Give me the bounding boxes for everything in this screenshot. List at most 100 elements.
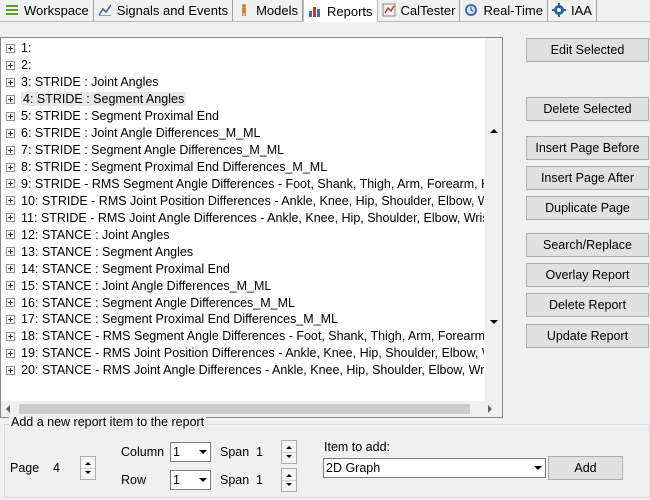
report-tree[interactable]: 1: 2: 3: STRIDE : Joint Angles 4: STRIDE : …	[0, 37, 503, 418]
tab-workspace[interactable]: Workspace	[0, 0, 94, 21]
caltester-icon	[382, 3, 396, 17]
tree-item[interactable]: 11: STRIDE - RMS Joint Angle Differences…	[1, 209, 484, 226]
horizontal-scroll-thumb[interactable]	[19, 404, 470, 414]
chevron-down-icon[interactable]	[194, 471, 210, 489]
tree-item-label: 10: STRIDE - RMS Joint Position Differen…	[21, 193, 484, 208]
row-span-label: Span	[220, 473, 250, 487]
chevron-down-icon[interactable]	[194, 443, 210, 461]
tab-real-time[interactable]: Real-Time	[460, 0, 548, 21]
spin-down-icon[interactable]	[286, 455, 292, 458]
tree-item[interactable]: 16: STANCE : Segment Angle Differences_M…	[1, 294, 484, 311]
expand-plus-icon[interactable]	[6, 77, 15, 87]
tree-item[interactable]: 9: STRIDE - RMS Segment Angle Difference…	[1, 176, 484, 193]
spin-up-icon[interactable]	[85, 462, 91, 465]
update-report-button[interactable]: Update Report	[526, 324, 649, 348]
insert-page-after-button[interactable]: Insert Page After	[526, 166, 649, 190]
tree-item[interactable]: 19: STANCE - RMS Joint Position Differen…	[1, 345, 484, 362]
expand-plus-icon[interactable]	[6, 247, 15, 257]
delete-report-button[interactable]: Delete Report	[526, 293, 649, 317]
expand-plus-icon[interactable]	[6, 145, 15, 155]
add-button[interactable]: Add	[548, 456, 623, 480]
edit-selected-button[interactable]: Edit Selected	[526, 38, 649, 62]
tab-label: IAA	[570, 2, 592, 18]
tree-item[interactable]: 18: STANCE - RMS Segment Angle Differenc…	[1, 328, 484, 345]
tab-label: Models	[256, 2, 299, 18]
item-to-add-select[interactable]: 2D Graph	[323, 458, 546, 478]
expand-plus-icon[interactable]	[6, 264, 15, 274]
expand-plus-icon[interactable]	[6, 213, 15, 223]
tab-iaa[interactable]: IAA	[548, 0, 597, 21]
column-select[interactable]: 1	[170, 442, 211, 462]
tree-item[interactable]: 4: STRIDE : Segment Angles	[1, 91, 484, 108]
tab-models[interactable]: Models	[233, 0, 304, 21]
tab-signals-and-events[interactable]: Signals and Events	[94, 0, 234, 21]
chevron-down-icon[interactable]	[529, 459, 545, 477]
page-label: Page	[10, 461, 40, 475]
expand-plus-icon[interactable]	[6, 230, 15, 240]
tree-item[interactable]: 13: STANCE : Segment Angles	[1, 243, 484, 260]
tree-item-label: 4: STRIDE : Segment Angles	[21, 92, 187, 107]
tree-item[interactable]: 2:	[1, 57, 484, 74]
tree-item-label: 7: STRIDE : Segment Angle Differences_M_…	[21, 143, 285, 158]
tree-item[interactable]: 3: STRIDE : Joint Angles	[1, 74, 484, 91]
expand-plus-icon[interactable]	[6, 314, 15, 324]
column-value: 1	[173, 445, 180, 459]
tree-item-label: 11: STRIDE - RMS Joint Angle Differences…	[21, 210, 484, 225]
expand-plus-icon[interactable]	[6, 60, 15, 70]
tree-item-label: 14: STANCE : Segment Proximal End	[21, 261, 230, 276]
tree-item[interactable]: 8: STRIDE : Segment Proximal End Differe…	[1, 159, 484, 176]
tree-item-label: 20: STANCE - RMS Joint Angle Differences…	[21, 363, 484, 378]
scroll-up-icon[interactable]	[490, 129, 498, 133]
expand-plus-icon[interactable]	[6, 331, 15, 341]
row-span-value: 1	[256, 473, 263, 487]
tree-item-label: 9: STRIDE - RMS Segment Angle Difference…	[21, 176, 484, 191]
tree-item[interactable]: 20: STANCE - RMS Joint Angle Differences…	[1, 362, 484, 379]
tree-item[interactable]: 12: STANCE : Joint Angles	[1, 226, 484, 243]
column-span-value: 1	[256, 445, 263, 459]
spin-down-icon[interactable]	[85, 471, 91, 474]
expand-plus-icon[interactable]	[6, 298, 15, 308]
tree-item[interactable]: 14: STANCE : Segment Proximal End	[1, 260, 484, 277]
duplicate-page-button[interactable]: Duplicate Page	[526, 196, 649, 220]
tree-item[interactable]: 17: STANCE : Segment Proximal End Differ…	[1, 311, 484, 328]
expand-plus-icon[interactable]	[6, 162, 15, 172]
expand-plus-icon[interactable]	[6, 111, 15, 121]
spin-divider	[282, 452, 296, 453]
column-span-spinner[interactable]	[281, 440, 297, 464]
tree-item[interactable]: 15: STANCE : Joint Angle Differences_M_M…	[1, 277, 484, 294]
scroll-right-icon[interactable]	[488, 405, 492, 413]
row-select[interactable]: 1	[170, 470, 211, 490]
tree-item[interactable]: 6: STRIDE : Joint Angle Differences_M_ML	[1, 125, 484, 142]
scroll-down-icon[interactable]	[490, 320, 498, 324]
expand-plus-icon[interactable]	[6, 43, 15, 53]
tree-item[interactable]: 10: STRIDE - RMS Joint Position Differen…	[1, 192, 484, 209]
vertical-scrollbar[interactable]	[485, 38, 502, 401]
tree-item[interactable]: 1:	[1, 40, 484, 57]
insert-page-before-button[interactable]: Insert Page Before	[526, 136, 649, 160]
tree-item-label: 6: STRIDE : Joint Angle Differences_M_ML	[21, 126, 261, 141]
tree-item-label: 15: STANCE : Joint Angle Differences_M_M…	[21, 278, 272, 293]
expand-plus-icon[interactable]	[6, 128, 15, 138]
expand-plus-icon[interactable]	[6, 365, 15, 375]
tab-reports[interactable]: Reports	[303, 0, 378, 22]
tree-item[interactable]: 5: STRIDE : Segment Proximal End	[1, 108, 484, 125]
tree-item-label: 18: STANCE - RMS Segment Angle Differenc…	[21, 329, 484, 344]
spin-up-icon[interactable]	[286, 474, 292, 477]
panel-splitter[interactable]	[505, 37, 517, 418]
expand-plus-icon[interactable]	[6, 94, 15, 104]
tab-label: Signals and Events	[116, 2, 229, 18]
expand-plus-icon[interactable]	[6, 196, 15, 206]
expand-plus-icon[interactable]	[6, 281, 15, 291]
tab-caltester[interactable]: CalTester	[378, 0, 461, 21]
page-spinner[interactable]	[80, 456, 96, 480]
spin-down-icon[interactable]	[286, 483, 292, 486]
delete-selected-button[interactable]: Delete Selected	[526, 97, 649, 121]
search-replace-button[interactable]: Search/Replace	[526, 233, 649, 257]
tree-item[interactable]: 7: STRIDE : Segment Angle Differences_M_…	[1, 142, 484, 159]
expand-plus-icon[interactable]	[6, 179, 15, 189]
row-span-spinner[interactable]	[281, 468, 297, 492]
scroll-left-icon[interactable]	[6, 405, 10, 413]
expand-plus-icon[interactable]	[6, 348, 15, 358]
overlay-report-button[interactable]: Overlay Report	[526, 263, 649, 287]
spin-up-icon[interactable]	[286, 446, 292, 449]
